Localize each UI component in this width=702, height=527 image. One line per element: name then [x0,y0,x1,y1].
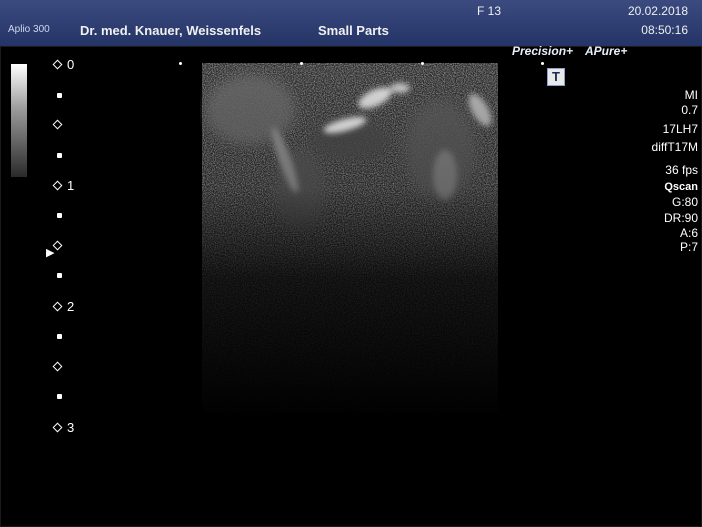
depth-minor-tick [57,213,62,218]
depth-minor-tick [57,153,62,158]
scan-marker-dot [179,62,182,65]
scan-marker-dot [541,62,544,65]
precision-logo: Precision+ [512,44,574,58]
qscan-label: Qscan [664,181,698,193]
frame-rate: 36 fps [665,163,698,177]
scan-marker-dot [421,62,424,65]
depth-minor-tick [57,273,62,278]
focus-marker-icon: ▶ [46,247,55,259]
apure-logo: APure+ [585,44,628,58]
mi-value: 0.7 [681,103,698,117]
transducer-icon: T [547,68,565,86]
p-value: P:7 [679,240,698,254]
depth-label-2: 2 [67,299,75,314]
mi-label: MI [684,88,698,102]
depth-label-0: 0 [67,57,75,72]
ultrasound-scan [202,63,498,413]
depth-minor-tick [57,334,62,339]
depth-label-3: 3 [67,420,75,435]
dynamic-range-value: DR:90 [663,211,698,225]
depth-label-1: 1 [67,178,75,193]
grayscale-bar [11,64,27,177]
scan-marker-dot [300,62,303,65]
gain-value: G:80 [671,195,698,209]
mode-name: diffT17M [651,140,698,154]
probe-name: 17LH7 [662,122,698,136]
a-value: A:6 [679,226,698,240]
depth-minor-tick [57,394,62,399]
depth-minor-tick [57,93,62,98]
